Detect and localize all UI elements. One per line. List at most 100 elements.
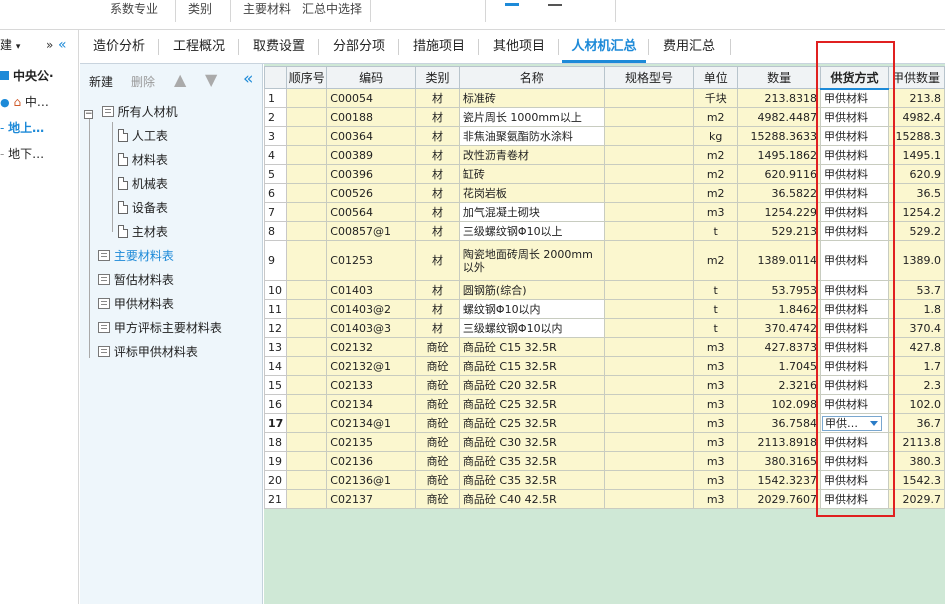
table-row[interactable]: 12 C01403@3 材三级螺纹钢Φ10以内 t 370.4742 甲供材料 370.4	[264, 318, 945, 338]
supply-dropdown[interactable]: 甲供…	[822, 415, 883, 431]
unit-cell[interactable]: t	[693, 221, 739, 241]
name-cell[interactable]: 商品砼 C40 42.5R	[458, 489, 605, 509]
spec-cell[interactable]	[603, 318, 695, 338]
type-cell[interactable]: 材	[415, 126, 460, 146]
table-row[interactable]: 15 C02133 商砼 商品砼 C20 32.5R m3 2.3216 甲供材料 2.3	[264, 375, 945, 395]
dropdown-arrow-icon[interactable]	[870, 420, 879, 426]
table-row[interactable]: 9 C01253 材陶瓷地面砖周长 2000mm以外 m2 1389.0114 甲供材料 1…	[264, 240, 945, 281]
spec-cell[interactable]	[603, 375, 695, 395]
toolbar-category[interactable]: 类别	[188, 0, 212, 20]
code-cell[interactable]: C02136	[326, 451, 417, 471]
supply-cell[interactable]: 甲供材料	[820, 240, 889, 281]
supply-cell[interactable]: 甲供材料	[820, 202, 889, 222]
unit-cell[interactable]: 千块	[693, 88, 739, 108]
owner-qty-cell[interactable]: 4982.4	[887, 107, 945, 127]
name-cell[interactable]: 商品砼 C15 32.5R	[458, 356, 605, 376]
code-cell[interactable]: C00188	[326, 107, 417, 127]
type-cell[interactable]: 商砼	[415, 451, 460, 471]
unit-cell[interactable]: kg	[693, 126, 739, 146]
table-row[interactable]: 5 C00396 材缸砖 m2 620.9116 甲供材料 620.9	[264, 164, 945, 184]
table-row[interactable]: 4 C00389 材改性沥青卷材 m2 1495.1862 甲供材料 1495.1	[264, 145, 945, 165]
table-row[interactable]: 18 C02135 商砼 商品砼 C30 32.5R m3 2113.8918 甲供材料 21…	[264, 432, 945, 452]
owner-qty-cell[interactable]: 15288.3	[887, 126, 945, 146]
supply-cell[interactable]: 甲供材料	[820, 356, 889, 376]
spec-cell[interactable]	[603, 356, 695, 376]
unit-cell[interactable]: m3	[693, 337, 739, 357]
table-row[interactable]: 20 C02136@1 商砼 商品砼 C35 32.5R m3 1542.3237 甲供材料…	[264, 470, 945, 490]
code-cell[interactable]: C01403@2	[326, 299, 417, 319]
delete-category-button[interactable]: 删除	[131, 73, 155, 90]
supply-cell[interactable]: 甲供材料	[820, 432, 889, 452]
qty-cell[interactable]: 1.8462	[737, 299, 822, 319]
tree-node-project[interactable]: 中央公·	[0, 65, 54, 87]
supply-cell[interactable]: 甲供材料	[820, 451, 889, 471]
table-row[interactable]: 10 C01403 材圆钢筋(综合) t 53.7953 甲供材料 53.7	[264, 280, 945, 300]
col-header-spec[interactable]: 规格型号	[603, 66, 695, 89]
unit-cell[interactable]: m3	[693, 451, 739, 471]
name-cell[interactable]: 商品砼 C25 32.5R	[458, 394, 605, 414]
list-bid-owner-supplied[interactable]: 评标甲供材料表	[98, 341, 198, 363]
toolbar-coef-specialty[interactable]: 系数专业	[110, 0, 158, 20]
new-category-button[interactable]: 新建	[89, 73, 113, 90]
table-row[interactable]: 3 C00364 材非焦油聚氨酯防水涂料 kg 15288.3633 甲供材料 15288.…	[264, 126, 945, 146]
table-row[interactable]: 17 C02134@1 商砼 商品砼 C25 32.5R m3 36.7584 甲供… 36.…	[264, 413, 945, 433]
unit-cell[interactable]: m3	[693, 489, 739, 509]
type-cell[interactable]: 商砼	[415, 470, 460, 490]
unit-cell[interactable]: m2	[693, 240, 739, 281]
spec-cell[interactable]	[603, 221, 695, 241]
list-owner-supplied[interactable]: 甲供材料表	[98, 293, 174, 315]
name-cell[interactable]: 缸砖	[458, 164, 605, 184]
type-cell[interactable]: 商砼	[415, 337, 460, 357]
category-machinery[interactable]: 机械表	[118, 173, 168, 195]
code-cell[interactable]: C00526	[326, 183, 417, 203]
type-cell[interactable]: 材	[415, 318, 460, 338]
code-cell[interactable]: C00857@1	[326, 221, 417, 241]
supply-cell[interactable]: 甲供材料	[820, 183, 889, 203]
table-row[interactable]: 11 C01403@2 材螺纹钢Φ10以内 t 1.8462 甲供材料 1.8	[264, 299, 945, 319]
seq-cell[interactable]	[286, 318, 328, 338]
qty-cell[interactable]: 1495.1862	[737, 145, 822, 165]
code-cell[interactable]: C01403	[326, 280, 417, 300]
qty-cell[interactable]: 213.8318	[737, 88, 822, 108]
seq-cell[interactable]	[286, 145, 328, 165]
unit-cell[interactable]: m3	[693, 375, 739, 395]
code-cell[interactable]: C00564	[326, 202, 417, 222]
code-cell[interactable]: C01403@3	[326, 318, 417, 338]
seq-cell[interactable]	[286, 470, 328, 490]
qty-cell[interactable]: 2029.7607	[737, 489, 822, 509]
toolbar-icon-partial[interactable]	[505, 0, 519, 6]
col-header-supply[interactable]: 供货方式	[820, 66, 889, 90]
code-cell[interactable]: C02132	[326, 337, 417, 357]
spec-cell[interactable]	[603, 88, 695, 108]
seq-cell[interactable]	[286, 126, 328, 146]
seq-cell[interactable]	[286, 394, 328, 414]
table-row[interactable]: 7 C00564 材加气混凝土砌块 m3 1254.229 甲供材料 1254.2	[264, 202, 945, 222]
qty-cell[interactable]: 427.8373	[737, 337, 822, 357]
supply-cell[interactable]: 甲供材料	[820, 375, 889, 395]
owner-qty-cell[interactable]: 620.9	[887, 164, 945, 184]
owner-qty-cell[interactable]: 53.7	[887, 280, 945, 300]
seq-cell[interactable]	[286, 202, 328, 222]
code-cell[interactable]: C02137	[326, 489, 417, 509]
qty-cell[interactable]: 1389.0114	[737, 240, 822, 281]
table-row[interactable]: 14 C02132@1 商砼 商品砼 C15 32.5R m3 1.7045 甲供材料 1.7	[264, 356, 945, 376]
supply-cell[interactable]: 甲供材料	[820, 337, 889, 357]
type-cell[interactable]: 材	[415, 280, 460, 300]
toolbar-main-material[interactable]: 主要材料	[243, 0, 291, 20]
supply-cell[interactable]: 甲供材料	[820, 126, 889, 146]
seq-cell[interactable]	[286, 183, 328, 203]
name-cell[interactable]: 非焦油聚氨酯防水涂料	[458, 126, 605, 146]
code-cell[interactable]: C02132@1	[326, 356, 417, 376]
name-cell[interactable]: 商品砼 C20 32.5R	[458, 375, 605, 395]
owner-qty-cell[interactable]: 102.0	[887, 394, 945, 414]
qty-cell[interactable]: 36.5822	[737, 183, 822, 203]
name-cell[interactable]: 三级螺纹钢Φ10以内	[458, 318, 605, 338]
supply-cell[interactable]: 甲供材料	[820, 280, 889, 300]
unit-cell[interactable]: m2	[693, 164, 739, 184]
type-cell[interactable]: 材	[415, 145, 460, 165]
owner-qty-cell[interactable]: 2113.8	[887, 432, 945, 452]
supply-cell[interactable]: 甲供材料	[820, 299, 889, 319]
type-cell[interactable]: 商砼	[415, 413, 460, 433]
name-cell[interactable]: 瓷片周长 1000mm以上	[458, 107, 605, 127]
owner-qty-cell[interactable]: 2.3	[887, 375, 945, 395]
